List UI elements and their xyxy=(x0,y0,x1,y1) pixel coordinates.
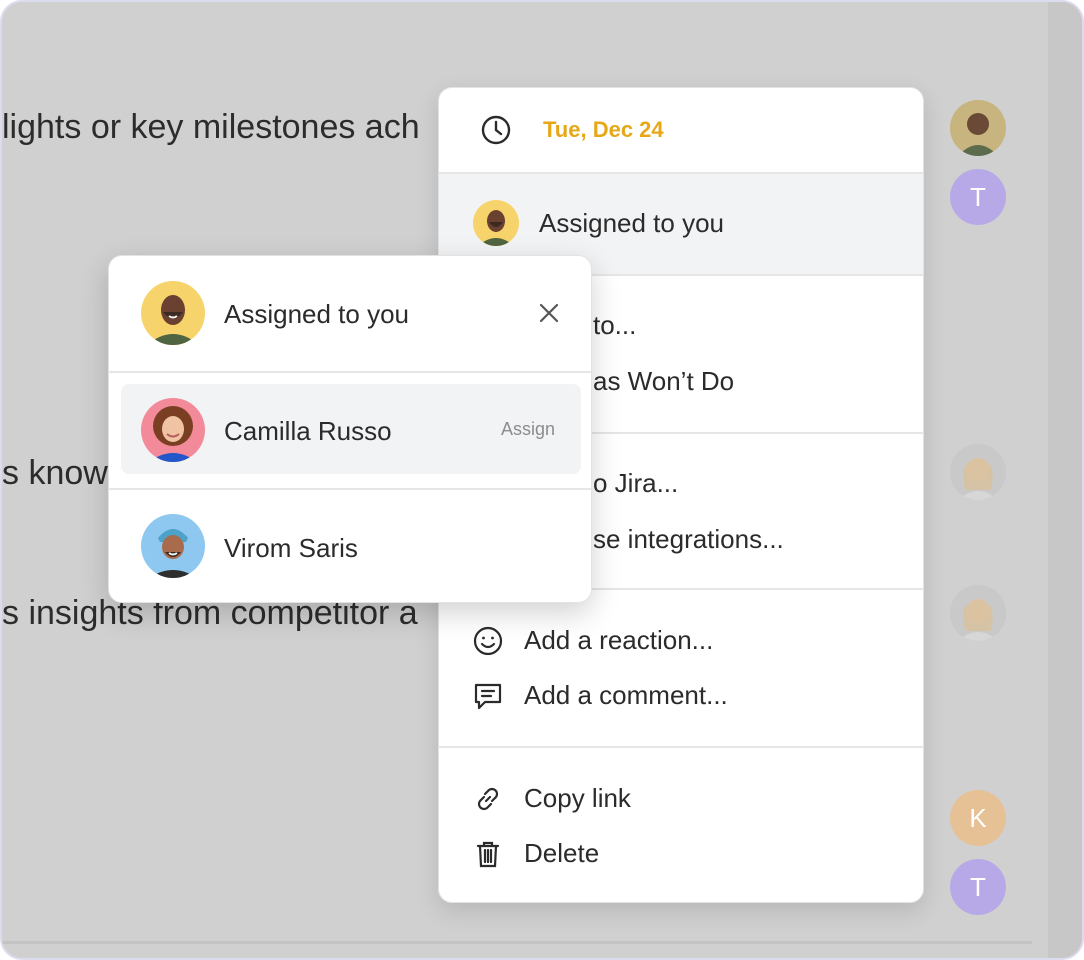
move-to-item[interactable]: to... xyxy=(593,310,636,341)
close-button[interactable] xyxy=(534,298,564,328)
due-date-label[interactable]: Tue, Dec 24 xyxy=(543,117,664,143)
link-icon xyxy=(471,782,505,816)
avatar xyxy=(950,585,1006,641)
avatar xyxy=(141,514,205,578)
background-line-1: lights or key milestones ach xyxy=(2,108,420,146)
close-icon xyxy=(539,303,559,323)
bottom-divider xyxy=(2,941,1032,944)
assign-popover: Assigned to you Camilla Russo Assign Vir… xyxy=(108,255,592,603)
smiley-icon xyxy=(471,624,505,658)
avatar-letter-k: K xyxy=(950,790,1006,846)
assignee-name: Virom Saris xyxy=(224,533,358,563)
copy-link-item[interactable]: Copy link xyxy=(524,783,631,814)
comment-icon xyxy=(471,679,505,713)
current-assignee-label: Assigned to you xyxy=(224,299,410,329)
app-frame: lights or key milestones ach s know s in… xyxy=(0,0,1084,960)
assignee-name: Camilla Russo xyxy=(224,416,392,446)
clock-icon xyxy=(479,113,513,147)
popover-divider xyxy=(109,371,591,373)
assign-action-label[interactable]: Assign xyxy=(501,419,555,440)
trash-icon xyxy=(471,837,505,871)
background-line-2: s know xyxy=(2,454,108,492)
right-scroll-strip xyxy=(1048,2,1082,958)
avatar-letter-t: T xyxy=(950,859,1006,915)
send-to-jira-item[interactable]: o Jira... xyxy=(593,468,678,499)
avatar xyxy=(950,444,1006,500)
add-comment-item[interactable]: Add a comment... xyxy=(524,680,728,711)
delete-item[interactable]: Delete xyxy=(524,838,599,869)
browse-integrations-item[interactable]: se integrations... xyxy=(593,524,784,555)
menu-divider xyxy=(439,746,923,748)
avatar xyxy=(141,281,205,345)
avatar xyxy=(141,398,205,462)
assigned-label: Assigned to you xyxy=(539,208,725,238)
avatar xyxy=(950,100,1006,156)
mark-wont-do-item[interactable]: as Won’t Do xyxy=(593,366,734,397)
avatar-letter-t: T xyxy=(950,169,1006,225)
add-reaction-item[interactable]: Add a reaction... xyxy=(524,625,713,656)
avatar xyxy=(473,200,519,246)
